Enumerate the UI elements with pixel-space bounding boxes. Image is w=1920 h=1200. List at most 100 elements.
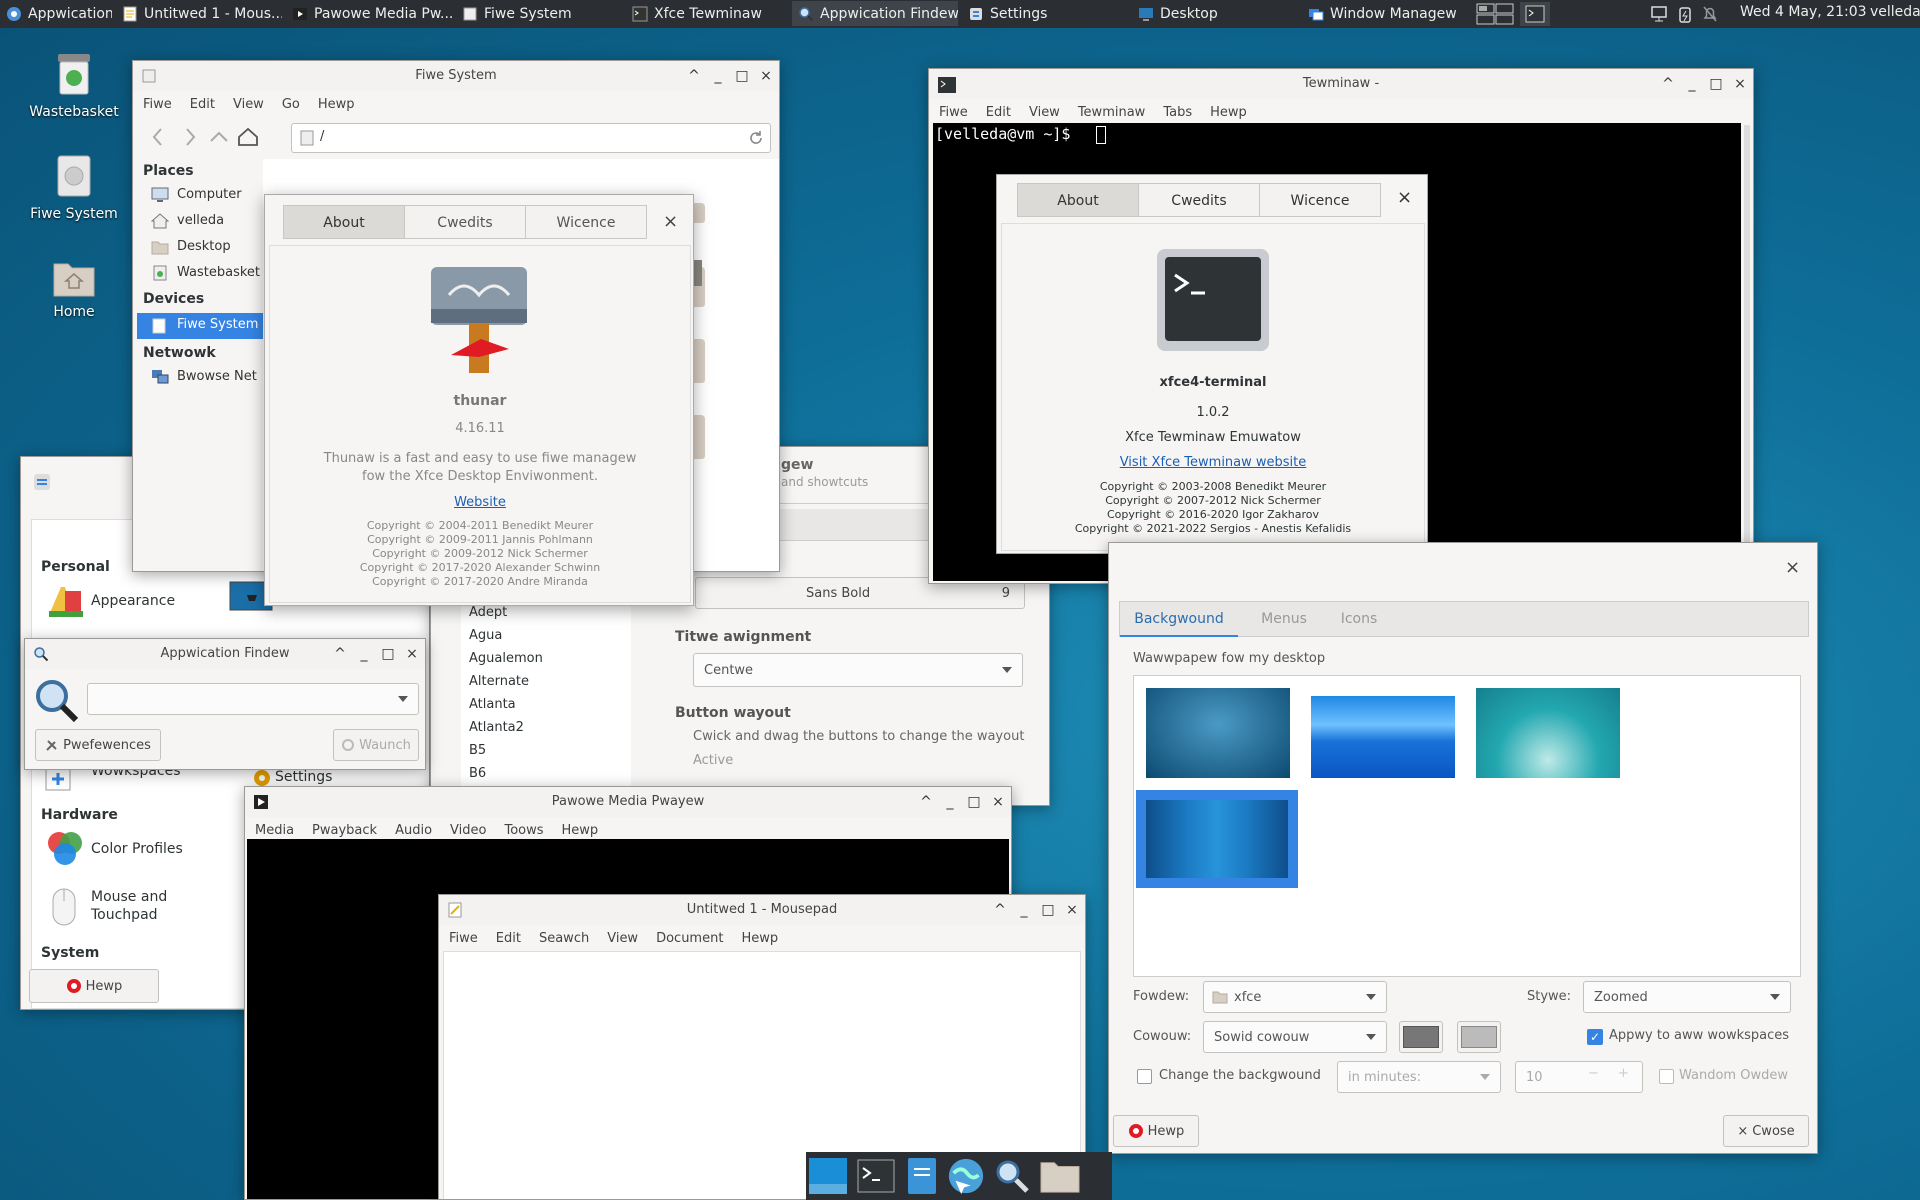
desktop-help-button[interactable]: Hewp — [1113, 1115, 1199, 1147]
task-window-manager[interactable]: Window Managew — [1302, 1, 1468, 26]
dock-file-manager[interactable] — [902, 1156, 942, 1196]
menu-edit[interactable]: Edit — [190, 97, 215, 112]
close-icon[interactable]: × — [1397, 187, 1412, 208]
wallpaper-thumb[interactable] — [1476, 688, 1620, 778]
interval-spinbox[interactable]: 10 − + — [1515, 1061, 1643, 1093]
dock-home-folder[interactable] — [1040, 1156, 1080, 1196]
tab-about[interactable]: About — [283, 205, 405, 239]
tab-credits[interactable]: Cwedits — [404, 205, 526, 239]
about-website-link[interactable]: Visit Xfce Tewminaw website — [997, 455, 1427, 470]
maximize-button[interactable]: □ — [967, 787, 981, 817]
sidebar-item-file-system[interactable]: Fiwe System — [137, 313, 265, 339]
minimize-button[interactable]: _ — [357, 639, 371, 669]
menu-help[interactable]: Hewp — [741, 931, 778, 946]
close-button[interactable]: × — [991, 787, 1005, 817]
settings-item-mouse-line2[interactable]: Touchpad — [91, 907, 158, 923]
minimize-button[interactable]: _ — [943, 787, 957, 817]
menu-terminal[interactable]: Tewminaw — [1078, 105, 1145, 120]
location-bar[interactable]: / — [291, 123, 771, 153]
settings-help-button[interactable]: Hewp — [29, 969, 159, 1003]
settings-item-color-profiles[interactable]: Color Profiles — [91, 841, 183, 857]
settings-item-mouse-line1[interactable]: Mouse and — [91, 889, 167, 905]
decrement-button[interactable]: − — [1588, 1066, 1599, 1081]
task-parole[interactable]: Pawowe Media Pw... — [286, 1, 452, 26]
menu-audio[interactable]: Audio — [395, 823, 432, 838]
primary-colour-button[interactable] — [1399, 1021, 1443, 1053]
applications-menu-button[interactable]: Appwications — [0, 1, 112, 26]
dock-show-desktop[interactable] — [808, 1156, 848, 1196]
menu-go[interactable]: Go — [282, 97, 300, 112]
sidebar-item-home[interactable]: velleda — [177, 213, 224, 228]
settings-item-appearance[interactable]: Appearance — [91, 593, 175, 609]
menu-view[interactable]: View — [233, 97, 264, 112]
terminal-titlebar[interactable]: Tewminaw - ^ _ □ × — [929, 69, 1753, 99]
tab-license[interactable]: Wicence — [1259, 183, 1381, 217]
folder-select[interactable]: xfce — [1203, 981, 1387, 1013]
terminal-launcher[interactable] — [1520, 2, 1550, 26]
shade-button[interactable]: ^ — [333, 639, 347, 669]
task-mousepad[interactable]: Untitwed 1 - Mous... — [116, 1, 282, 26]
theme-item[interactable]: Atlanta — [469, 693, 623, 716]
task-terminal[interactable]: Xfce Tewminaw — [626, 1, 792, 26]
launch-button[interactable]: Waunch — [333, 729, 419, 761]
mousepad-titlebar[interactable]: Untitwed 1 - Mousepad ^ _ □ × — [439, 895, 1085, 925]
network-icon[interactable] — [1650, 5, 1668, 23]
close-button[interactable]: × — [1733, 69, 1747, 99]
minimize-button[interactable]: _ — [1017, 895, 1031, 925]
menu-view[interactable]: View — [607, 931, 638, 946]
wallpaper-thumb[interactable] — [1146, 688, 1290, 778]
sidebar-item-computer[interactable]: Computer — [177, 187, 242, 202]
menu-media[interactable]: Media — [255, 823, 294, 838]
maximize-button[interactable]: □ — [1041, 895, 1055, 925]
close-icon[interactable]: × — [663, 211, 678, 232]
tab-about[interactable]: About — [1017, 183, 1139, 217]
dock-web-browser[interactable] — [946, 1156, 986, 1196]
theme-item[interactable]: Agualemon — [469, 647, 623, 670]
theme-item[interactable]: B6 — [469, 762, 623, 785]
menu-search[interactable]: Seawch — [539, 931, 589, 946]
thunar-titlebar[interactable]: Fiwe System ^ _ □ × — [133, 61, 779, 91]
appfinder-search-input[interactable] — [87, 683, 419, 715]
menu-playback[interactable]: Pwayback — [312, 823, 377, 838]
close-icon[interactable]: × — [1785, 557, 1800, 578]
desktop-icon-file-system[interactable]: Fiwe System — [22, 154, 126, 222]
menu-help[interactable]: Hewp — [318, 97, 355, 112]
shade-button[interactable]: ^ — [993, 895, 1007, 925]
desktop-close-button[interactable]: × Cwose — [1723, 1115, 1809, 1147]
task-desktop[interactable]: Desktop — [1132, 1, 1298, 26]
menu-file[interactable]: Fiwe — [939, 105, 968, 120]
maximize-button[interactable]: □ — [735, 61, 749, 91]
preferences-button[interactable]: Pwefewences — [35, 729, 161, 761]
wallpaper-thumb-selected[interactable] — [1136, 790, 1298, 888]
colour-select[interactable]: Sowid cowouw — [1203, 1021, 1387, 1053]
appfinder-titlebar[interactable]: Appwication Findew ^ _ □ × — [25, 639, 425, 669]
maximize-button[interactable]: □ — [381, 639, 395, 669]
tab-background[interactable]: Backgwound — [1120, 602, 1238, 637]
increment-button[interactable]: + — [1618, 1066, 1629, 1081]
menu-tabs[interactable]: Tabs — [1163, 105, 1192, 120]
wm-title-alignment-select[interactable]: Centwe — [693, 653, 1023, 687]
menu-file[interactable]: Fiwe — [143, 97, 172, 112]
menu-edit[interactable]: Edit — [986, 105, 1011, 120]
dock-app-finder[interactable] — [992, 1156, 1032, 1196]
user-menu[interactable]: velleda — [1870, 4, 1920, 20]
menu-tools[interactable]: Toows — [504, 823, 543, 838]
menu-help[interactable]: Hewp — [562, 823, 599, 838]
menu-view[interactable]: View — [1029, 105, 1060, 120]
notifications-muted-icon[interactable] — [1702, 5, 1718, 23]
menu-edit[interactable]: Edit — [496, 931, 521, 946]
theme-item[interactable]: B5 — [469, 739, 623, 762]
interval-select[interactable]: in minutes: — [1337, 1061, 1501, 1093]
clock[interactable]: Wed 4 May, 21:03 — [1740, 4, 1867, 20]
menu-document[interactable]: Document — [656, 931, 723, 946]
terminal-scrollbar[interactable] — [1744, 125, 1750, 581]
menu-file[interactable]: Fiwe — [449, 931, 478, 946]
task-appfinder[interactable]: Appwication Findew — [792, 1, 958, 26]
tab-menus[interactable]: Menus — [1244, 602, 1324, 637]
random-order-checkbox[interactable] — [1659, 1069, 1674, 1084]
desktop-icon-home[interactable]: Home — [22, 256, 126, 320]
task-settings[interactable]: Settings — [962, 1, 1128, 26]
theme-item[interactable]: Alternate — [469, 670, 623, 693]
close-button[interactable]: × — [1065, 895, 1079, 925]
minimize-button[interactable]: _ — [1685, 69, 1699, 99]
